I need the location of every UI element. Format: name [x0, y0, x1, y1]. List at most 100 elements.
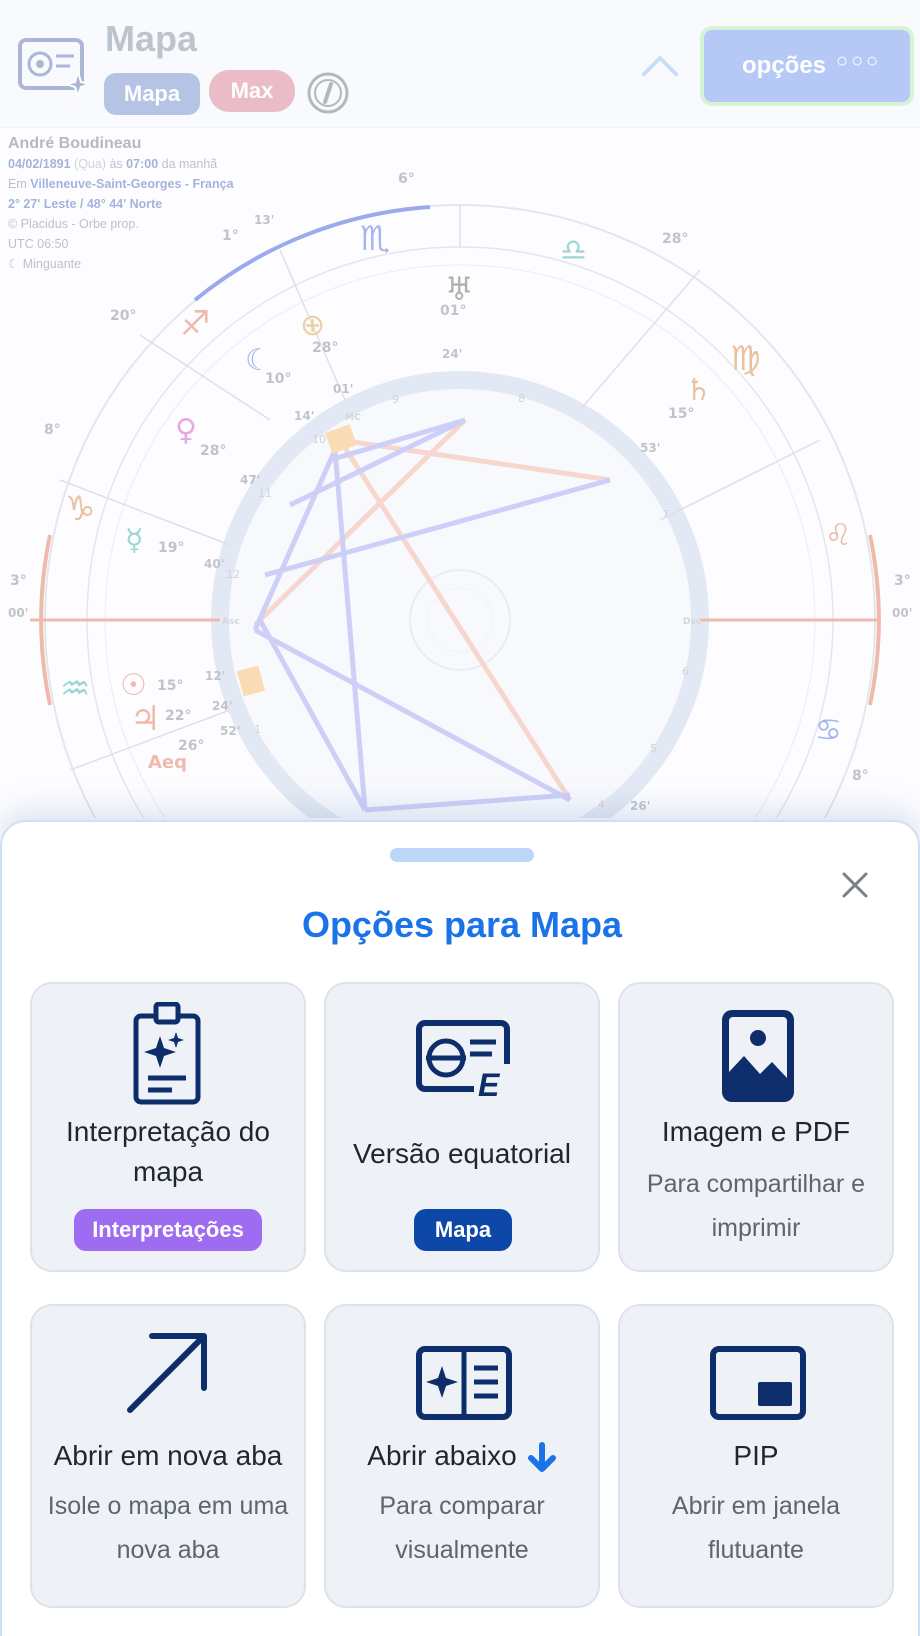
- card-new-tab-sub-2: nova aba: [116, 1536, 220, 1564]
- label-mercury-min: 40': [204, 557, 224, 571]
- label-asc-tag: Asc: [222, 617, 240, 627]
- card-pip-sub-1: Abrir em janela: [671, 1492, 841, 1520]
- interpretation-clipboard-icon: [133, 1002, 201, 1105]
- svg-text:E: E: [478, 1067, 501, 1100]
- label-mc-deg: 6°: [398, 171, 415, 187]
- birth-datetime: 04/02/1891 (Qua) às 07:00 da manhã: [8, 154, 234, 174]
- label-sun-deg: 15°: [157, 678, 183, 694]
- card-interpretation-title-2: mapa: [132, 1156, 204, 1187]
- arrow-down-icon: [528, 1442, 556, 1472]
- arrow-up-right-icon: [127, 1333, 207, 1413]
- header-bar: Mapa Mapa Max opções ○○○: [0, 0, 920, 128]
- birth-place-line: Em Villeneuve-Saint-Georges - França: [8, 174, 234, 194]
- page-title: Mapa: [105, 18, 198, 59]
- svg-text:♋: ♋: [815, 713, 842, 748]
- card-image-pdf-sub-1: Para compartilhar e: [646, 1170, 866, 1198]
- card-new-tab-sub-1: Isole o mapa em uma: [47, 1492, 289, 1520]
- app-root: Mapa Mapa Max opções ○○○ ♏ ♎ ♍ ♌ ♋ ♑ ♒ ♐…: [0, 0, 920, 1636]
- house-6: 6: [682, 665, 689, 678]
- card-open-below-sub-2: visualmente: [395, 1536, 529, 1564]
- birth-place: Villeneuve-Saint-Georges - França: [30, 177, 234, 191]
- card-image-pdf[interactable]: Imagem e PDF Para compartilhar e imprimi…: [618, 982, 894, 1272]
- label-jupiter-min: 24': [212, 699, 232, 713]
- birth-in: Em: [8, 177, 27, 191]
- card-image-pdf-title: Imagem e PDF: [661, 1116, 851, 1147]
- house-9: 9: [392, 393, 399, 406]
- svg-text:♃: ♃: [130, 699, 160, 739]
- label-saturn-min: 53': [640, 441, 660, 455]
- label-moon-min: 14': [294, 409, 314, 423]
- close-icon[interactable]: [838, 868, 872, 902]
- label-right-top: 28°: [662, 231, 688, 247]
- label-jupiter-deg: 22°: [165, 708, 191, 724]
- label-left-upper: 20°: [110, 308, 136, 324]
- image-icon: [722, 1010, 794, 1102]
- svg-text:♌: ♌: [825, 518, 852, 553]
- label-mc-tag: MC: [345, 413, 361, 423]
- chart-map-icon: [18, 38, 92, 98]
- label-asc1-min: 13': [254, 213, 274, 227]
- person-name: André Boudineau: [8, 135, 142, 152]
- badge-interpretacoes: Interpretações: [74, 1209, 262, 1251]
- label-moon-deg: 10°: [265, 371, 291, 387]
- house-system-label: Placidus - Orbe prop.: [20, 217, 139, 231]
- house-system: © Placidus - Orbe prop.: [8, 214, 234, 234]
- card-pip-sub-2: flutuante: [708, 1536, 804, 1564]
- house-8: 8: [518, 392, 525, 405]
- options-sheet: Opções para Mapa Interpretação do mapa I…: [0, 820, 920, 1636]
- drag-handle[interactable]: [390, 848, 534, 862]
- label-asc-min: 00': [8, 606, 28, 620]
- svg-text:♍: ♍: [730, 339, 760, 379]
- label-left-mid: 8°: [44, 422, 61, 438]
- card-image-pdf-sub-2: imprimir: [711, 1214, 801, 1242]
- svg-text:☉: ☉: [120, 668, 147, 703]
- options-button[interactable]: opções ○○○: [700, 26, 914, 106]
- card-pip-title: PIP: [733, 1440, 779, 1471]
- card-equatorial[interactable]: E Versão equatorial Mapa: [324, 982, 600, 1272]
- moon-phase-icon: ☾: [8, 257, 20, 271]
- label-pof-deg: 28°: [312, 340, 338, 356]
- card-new-tab[interactable]: Abrir em nova aba Isole o mapa em uma no…: [30, 1304, 306, 1608]
- svg-text:♄: ♄: [685, 373, 712, 408]
- card-pip[interactable]: PIP Abrir em janela flutuante: [618, 1304, 894, 1608]
- svg-text:♐: ♐: [180, 304, 210, 344]
- house-11: 11: [258, 487, 272, 500]
- card-open-below[interactable]: Abrir abaixo Para comparar visualmente: [324, 1304, 600, 1608]
- card-new-tab-title: Abrir em nova aba: [53, 1440, 283, 1471]
- svg-text:♀: ♀: [175, 413, 197, 448]
- card-interpretation[interactable]: Interpretação do mapa Interpretações: [30, 982, 306, 1272]
- card-interpretation-title-1: Interpretação do: [66, 1116, 270, 1147]
- birth-period: da manhã: [161, 157, 218, 171]
- label-uranus-min: 24': [442, 347, 462, 361]
- svg-text:☿: ☿: [125, 523, 143, 558]
- info-icon[interactable]: [306, 71, 350, 115]
- label-aeq-min: 52': [220, 724, 240, 738]
- label-sun-min: 12': [205, 669, 225, 683]
- house-7: 7: [662, 508, 669, 521]
- house-1: 1: [254, 723, 261, 736]
- tab-max[interactable]: Max: [209, 70, 295, 112]
- card-equatorial-title: Versão equatorial: [353, 1138, 571, 1169]
- more-dots-icon: ○○○: [836, 50, 882, 72]
- badge-mapa: Mapa: [414, 1209, 512, 1251]
- label-venus-deg: 28°: [200, 443, 226, 459]
- birth-time: 07:00: [126, 157, 159, 171]
- label-asc-deg: 3°: [10, 573, 27, 589]
- label-right-bottom: 8°: [852, 768, 869, 784]
- options-label: opções: [742, 52, 827, 79]
- svg-text:♒: ♒: [60, 669, 90, 709]
- house-12: 12: [226, 568, 240, 581]
- birth-coords: 2° 27' Leste / 48° 44' Norte: [8, 197, 163, 211]
- house-system-icon: ©: [8, 217, 18, 231]
- astro-chart: ♏ ♎ ♍ ♌ ♋ ♑ ♒ ♐ ♅ ⊕ ☾ ♀ ☿ ☉ ♃ ♄ 6° 1° 13…: [0, 128, 920, 818]
- label-uranus-deg: 01°: [440, 303, 466, 319]
- birth-at: às: [109, 157, 123, 171]
- split-view-icon: [416, 1346, 512, 1420]
- tab-mapa[interactable]: Mapa: [104, 73, 200, 115]
- chevron-up-icon[interactable]: [640, 52, 680, 78]
- moon-phase-label: Minguante: [22, 257, 82, 271]
- house-10: 10: [312, 433, 326, 446]
- house-4: 4: [598, 798, 605, 811]
- birth-weekday: (Qua): [74, 157, 106, 171]
- moon-phase: ☾ Minguante: [8, 254, 234, 274]
